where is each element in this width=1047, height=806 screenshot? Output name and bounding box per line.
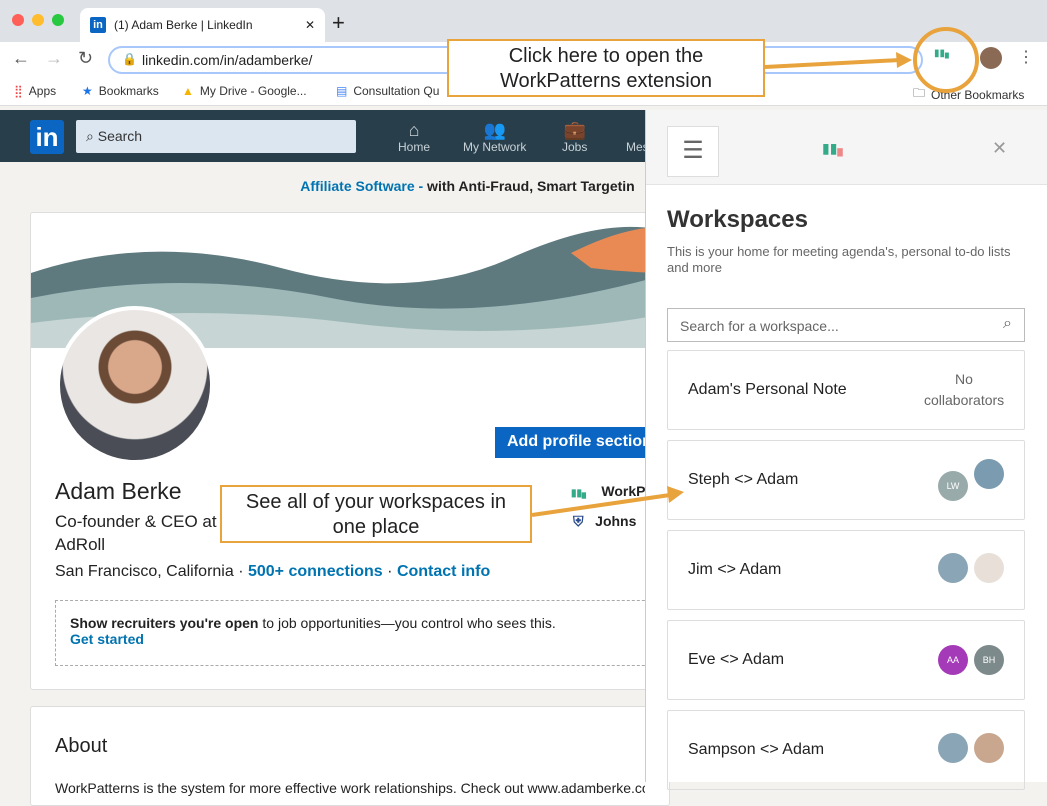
callout-see-workspaces: See all of your workspaces in one place: [220, 485, 532, 543]
callout-open-extension: Click here to open the WorkPatterns exte…: [447, 39, 765, 97]
annotation-arrows: [531, 27, 979, 517]
